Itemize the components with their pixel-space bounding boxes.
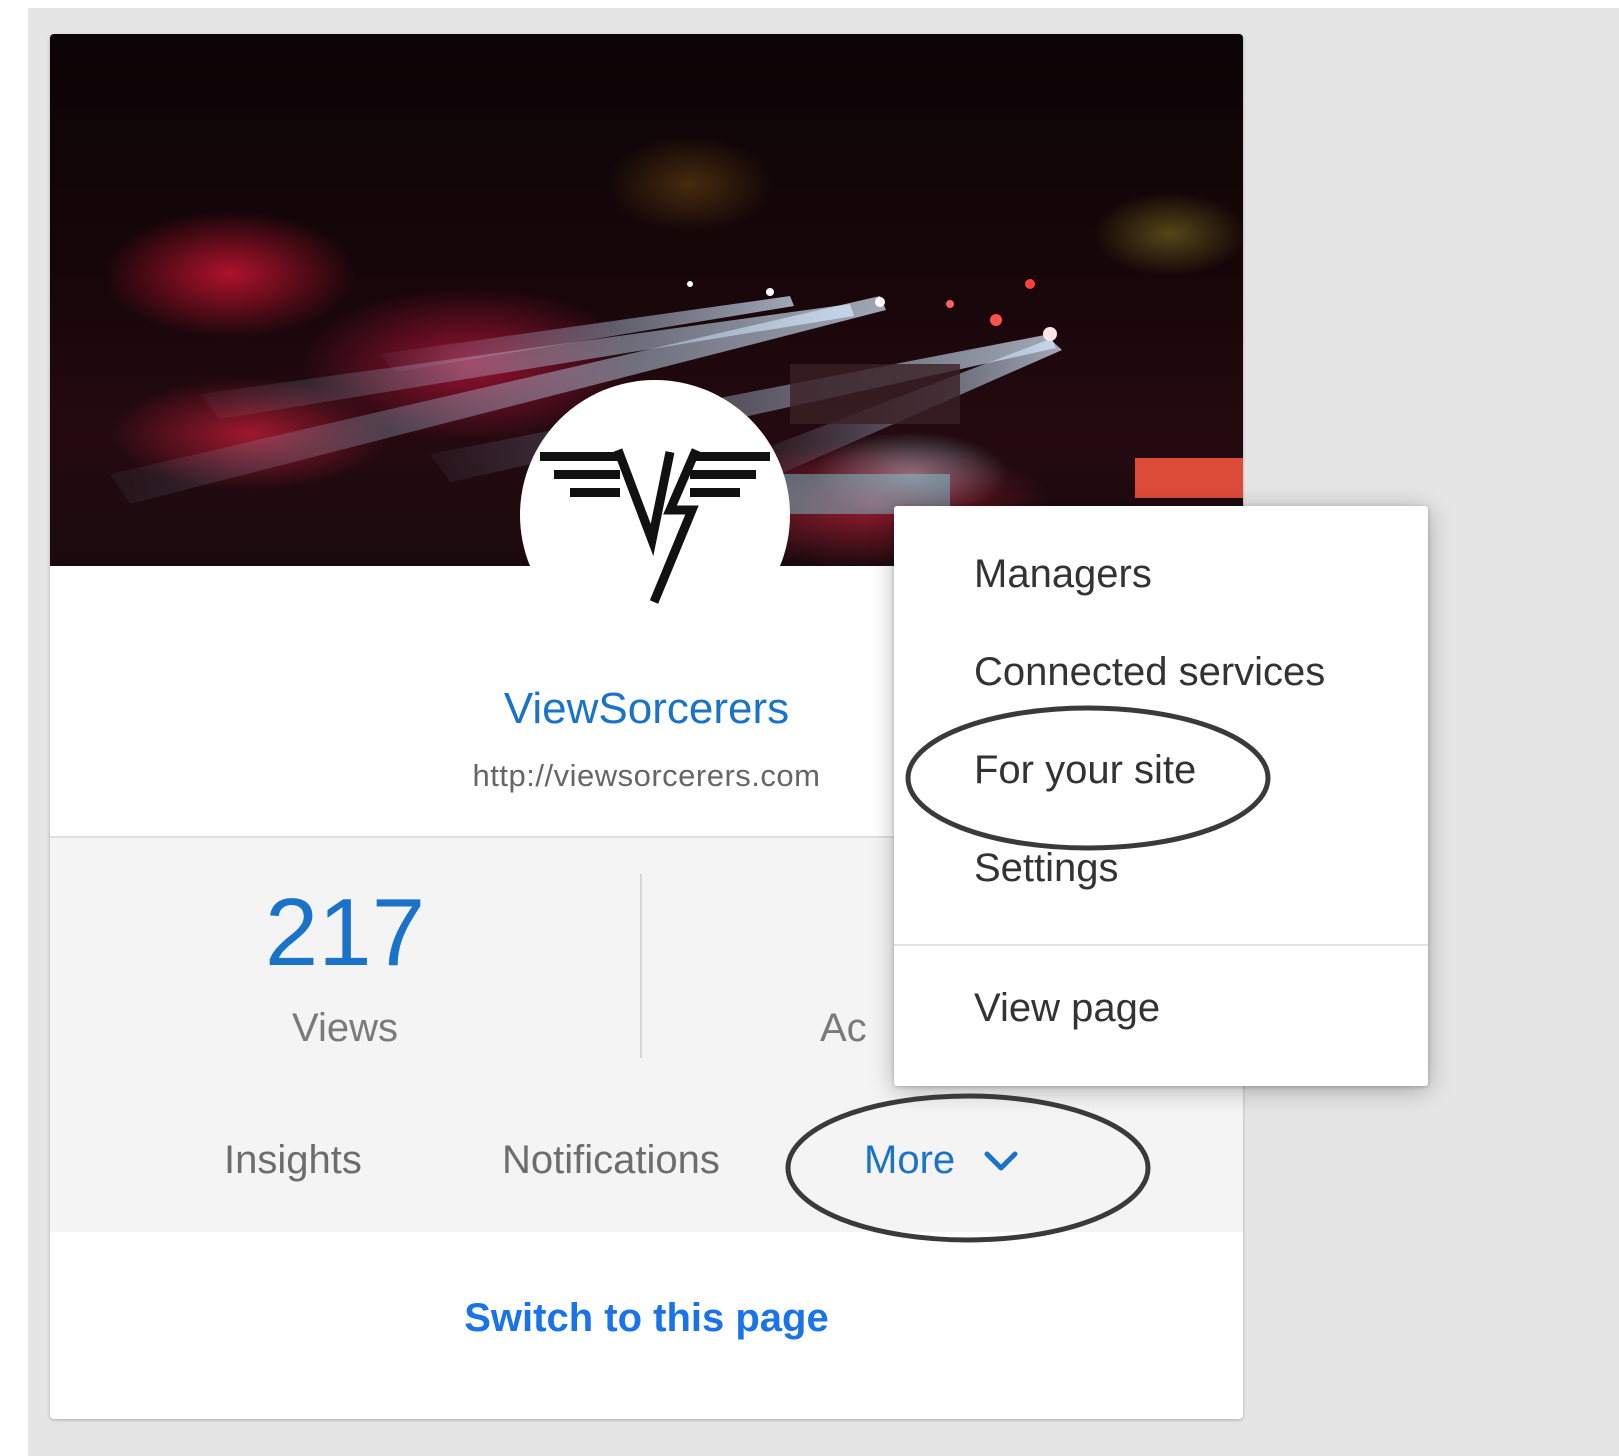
switch-to-page-link[interactable]: Switch to this page xyxy=(50,1296,1243,1341)
menu-divider xyxy=(894,944,1428,946)
second-stat-label: Ac xyxy=(820,1006,867,1050)
tab-insights[interactable]: Insights xyxy=(224,1138,362,1183)
tab-more[interactable]: More xyxy=(864,1138,1021,1183)
views-label: Views xyxy=(292,1006,398,1050)
red-tab-edge xyxy=(1135,458,1243,498)
more-dropdown-menu: Managers Connected services For your sit… xyxy=(894,506,1428,1086)
menu-item-connected-services[interactable]: Connected services xyxy=(974,650,1325,695)
menu-item-managers[interactable]: Managers xyxy=(974,552,1152,597)
stats-divider xyxy=(640,874,642,1058)
chevron-down-icon xyxy=(984,1151,1018,1170)
tab-more-label: More xyxy=(864,1138,956,1182)
screenshot-canvas: ViewSorcerers http://viewsorcerers.com 2… xyxy=(0,0,1619,1456)
avatar xyxy=(520,380,790,650)
card-tabs: Insights Notifications More xyxy=(50,1090,1243,1232)
menu-item-for-your-site[interactable]: For your site xyxy=(974,748,1196,793)
tab-notifications[interactable]: Notifications xyxy=(502,1138,720,1183)
menu-item-settings[interactable]: Settings xyxy=(974,846,1119,891)
vh-logo-icon xyxy=(540,448,770,604)
cover-photo xyxy=(50,34,1243,650)
menu-item-view-page[interactable]: View page xyxy=(974,986,1160,1031)
views-count: 217 xyxy=(264,879,426,986)
